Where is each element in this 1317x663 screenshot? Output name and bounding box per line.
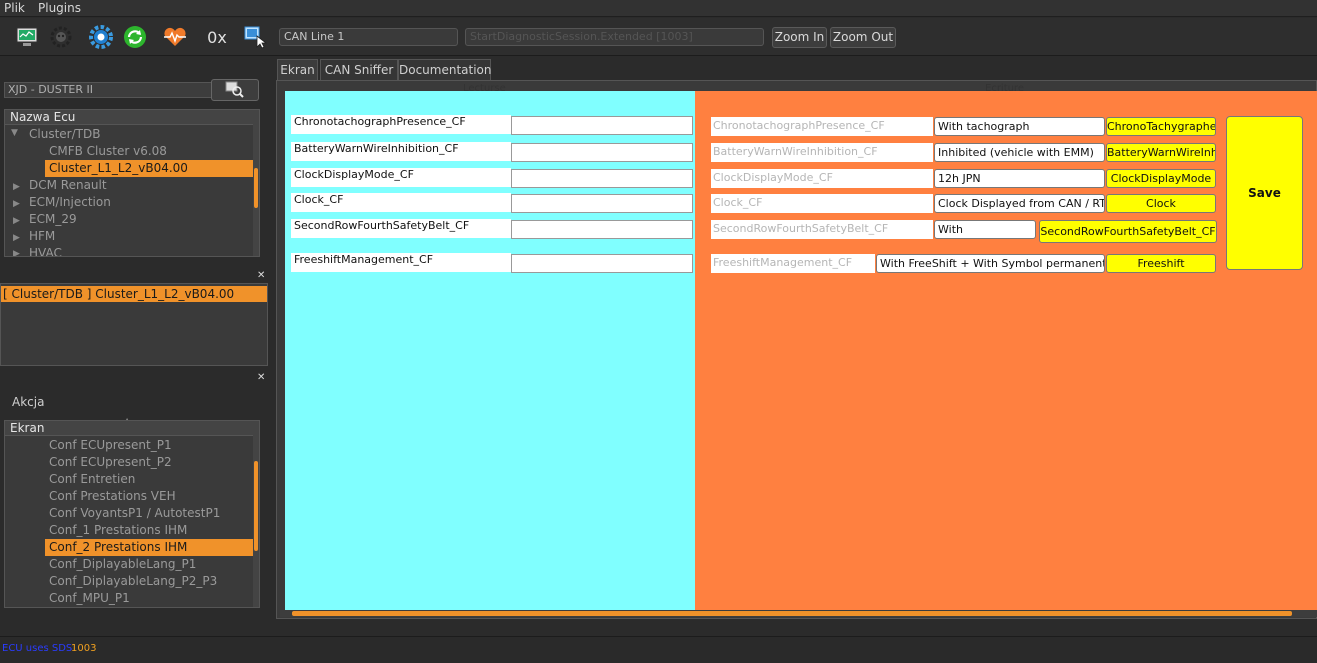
read-label: FreeshiftManagement_CF	[291, 253, 511, 272]
write-value-select[interactable]: Inhibited (vehicle with EMM)	[934, 143, 1105, 162]
write-label: SecondRowFourthSafetyBelt_CF	[711, 220, 933, 239]
close-icon[interactable]: ✕	[257, 270, 265, 281]
tab-documentation[interactable]: Documentation	[398, 59, 492, 80]
write-label: ClockDisplayMode_CF	[711, 169, 933, 188]
tree-item-dcm[interactable]: DCM Renault	[29, 177, 107, 194]
read-value-field[interactable]	[511, 169, 693, 188]
read-value-field[interactable]	[511, 254, 693, 273]
toolbar: 0x CAN Line 1 StartDiagnosticSession.Ext…	[0, 18, 1317, 56]
write-label: FreeshiftManagement_CF	[711, 254, 875, 273]
expand-arrow-icon[interactable]: ▼	[11, 128, 18, 138]
tree-item-hvac[interactable]: HVAC	[29, 245, 62, 256]
action-item[interactable]: Conf_DiplayableLang_P1	[49, 556, 196, 573]
read-label: ClockDisplayMode_CF	[291, 168, 511, 187]
action-list-panel: Ekran Conf ECUpresent_P1 Conf ECUpresent…	[4, 420, 260, 608]
write-value-select[interactable]: With	[934, 220, 1036, 239]
read-label: Clock_CF	[291, 193, 511, 212]
tree-item-cmfb[interactable]: CMFB Cluster v6.08	[49, 143, 167, 160]
can-line-field[interactable]: CAN Line 1	[279, 28, 458, 46]
settings-gear-icon[interactable]	[86, 22, 116, 52]
write-value-select[interactable]: Clock Displayed from CAN / RTC	[934, 194, 1105, 213]
write-value-select[interactable]: With tachograph	[934, 117, 1105, 136]
search-icon	[225, 81, 244, 98]
action-item[interactable]: Conf_DiplayableLang_P2_P3	[49, 573, 217, 590]
tree-item-cluster[interactable]: Cluster/TDB	[29, 126, 100, 143]
action-item[interactable]: Conf_1 Prestations IHM	[49, 522, 187, 539]
tab-can-sniffer[interactable]: CAN Sniffer	[320, 59, 398, 80]
action-list-header: Ekran	[5, 421, 259, 436]
read-label: SecondRowFourthSafetyBelt_CF	[291, 219, 511, 238]
menu-file[interactable]: Plik	[4, 0, 25, 17]
collapse-arrow-icon[interactable]: ▶	[13, 233, 20, 243]
ecu-tree-scrollbar[interactable]	[253, 110, 259, 256]
write-button[interactable]: Clock	[1106, 194, 1216, 213]
write-button[interactable]: ChronoTachygraphe	[1106, 117, 1216, 136]
tree-item-hfm[interactable]: HFM	[29, 228, 55, 245]
write-button[interactable]: Freeshift	[1106, 254, 1216, 273]
action-item[interactable]: Conf ECUpresent_P2	[49, 454, 172, 471]
save-button[interactable]: Save	[1226, 116, 1303, 270]
diagnostic-session-field[interactable]: StartDiagnosticSession.Extended [1003]	[465, 28, 764, 46]
ecu-tree-header: Nazwa Ecu	[5, 110, 259, 125]
screen-scrollbar[interactable]	[280, 610, 1317, 617]
write-button[interactable]: BatteryWarnWireInhibit	[1106, 143, 1216, 162]
write-label: ChronotachographPresence_CF	[711, 117, 933, 136]
write-panel-heading: Ecriture	[985, 83, 1025, 94]
selected-ecu-panel: [ Cluster/TDB ] Cluster_L1_L2_vB04.00	[0, 283, 268, 366]
action-item[interactable]: Conf_MPU_P1	[49, 590, 130, 607]
session-status-code: 1003	[71, 643, 97, 654]
write-button[interactable]: SecondRowFourthSafetyBelt_CF	[1039, 220, 1217, 243]
gear-skull-icon[interactable]	[46, 22, 76, 52]
close-icon[interactable]: ✕	[257, 372, 265, 383]
read-value-field[interactable]	[511, 143, 693, 162]
status-bar: ECU uses SDS 1003	[0, 636, 1317, 663]
tree-item-ecm29[interactable]: ECM_29	[29, 211, 77, 228]
read-value-field[interactable]	[511, 194, 693, 213]
write-label: Clock_CF	[711, 194, 933, 213]
zoom-in-button[interactable]: Zoom In	[772, 27, 827, 48]
menu-plugins[interactable]: Plugins	[38, 0, 81, 17]
collapse-arrow-icon[interactable]: ▶	[13, 249, 20, 256]
cursor-screen-icon[interactable]	[240, 22, 270, 52]
collapse-arrow-icon[interactable]: ▶	[13, 216, 20, 226]
action-title: Akcja	[12, 395, 45, 409]
collapse-arrow-icon[interactable]: ▶	[13, 199, 20, 209]
tree-item-ecm-injection[interactable]: ECM/Injection	[29, 194, 111, 211]
action-list-scrollbar[interactable]	[253, 421, 259, 607]
selected-ecu-item[interactable]: [ Cluster/TDB ] Cluster_L1_L2_vB04.00	[1, 286, 267, 302]
read-panel-heading: Lecturse	[463, 83, 506, 94]
read-label: ChronotachographPresence_CF	[291, 115, 511, 134]
write-label: BatteryWarnWireInhibition_CF	[711, 143, 933, 162]
action-item[interactable]: Conf ECUpresent_P1	[49, 437, 172, 454]
write-value-select[interactable]: With FreeShift + With Symbol permanently	[876, 254, 1105, 273]
heart-monitor-icon[interactable]	[160, 22, 190, 52]
zoom-out-button[interactable]: Zoom Out	[830, 27, 896, 48]
search-ecu-button[interactable]	[211, 79, 259, 101]
tab-ekran[interactable]: Ekran	[277, 59, 318, 80]
action-item[interactable]: Conf Prestations VEH	[49, 488, 176, 505]
tree-item-cluster-l1l2[interactable]: Cluster_L1_L2_vB04.00	[45, 160, 253, 177]
read-value-field[interactable]	[511, 116, 693, 135]
write-value-select[interactable]: 12h JPN	[934, 169, 1105, 188]
menu-bar: Plik Plugins	[0, 0, 1317, 17]
read-value-field[interactable]	[511, 220, 693, 239]
action-item[interactable]: Conf Entretien	[49, 471, 135, 488]
monitor-icon[interactable]	[12, 22, 42, 52]
collapse-arrow-icon[interactable]: ▶	[13, 182, 20, 192]
action-item-selected[interactable]: Conf_2 Prestations IHM	[45, 539, 253, 556]
session-status-text: ECU uses SDS	[2, 643, 73, 654]
action-item[interactable]: Conf VoyantsP1 / AutotestP1	[49, 505, 220, 522]
refresh-icon[interactable]	[120, 22, 150, 52]
write-button[interactable]: ClockDisplayMode	[1106, 169, 1216, 188]
hex-button[interactable]: 0x	[202, 22, 232, 52]
ecu-tree-panel: Nazwa Ecu ▼ Cluster/TDB CMFB Cluster v6.…	[4, 109, 260, 257]
read-label: BatteryWarnWireInhibition_CF	[291, 142, 511, 161]
